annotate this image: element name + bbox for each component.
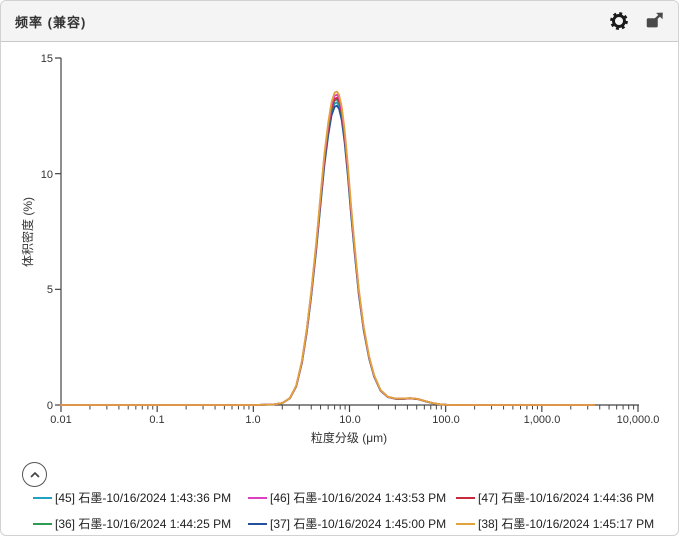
legend-item[interactable]: [36] 石墨-10/16/2024 1:44:25 PM	[33, 515, 248, 532]
legend-item-label: [45] 石墨-10/16/2024 1:43:36 PM	[55, 489, 231, 506]
chevron-up-icon	[27, 467, 43, 483]
legend-item-label: [46] 石墨-10/16/2024 1:43:53 PM	[270, 489, 446, 506]
x-tick-label: 0.1	[149, 414, 164, 426]
x-tick-label: 10,000.0	[617, 414, 660, 426]
legend-item[interactable]: [46] 石墨-10/16/2024 1:43:53 PM	[248, 489, 456, 506]
frequency-panel: 0 5 10 15 0.01 0.1 1.0 10.0 100.0 1,000.…	[0, 0, 679, 536]
panel-title: 频率 (兼容)	[15, 12, 86, 31]
y-tick-label: 10	[41, 169, 53, 181]
series-color-swatch	[248, 497, 267, 499]
axis-ticks	[55, 58, 638, 412]
distribution-curves	[61, 92, 594, 406]
legend-collapse-button[interactable]	[22, 462, 47, 487]
x-tick-label: 0.01	[50, 414, 71, 426]
series-color-swatch	[456, 497, 475, 499]
export-button[interactable]	[642, 8, 668, 34]
panel-header: 频率 (兼容)	[1, 1, 678, 42]
y-axis-title: 体积密度 (%)	[20, 197, 35, 267]
settings-button[interactable]	[606, 8, 632, 34]
x-tick-label: 10.0	[339, 414, 360, 426]
series-color-swatch	[456, 523, 475, 525]
y-tick-label: 15	[41, 53, 53, 65]
x-axis-title: 粒度分级 (μm)	[311, 430, 387, 445]
legend-item-label: [38] 石墨-10/16/2024 1:45:17 PM	[478, 515, 654, 532]
legend-item[interactable]: [37] 石墨-10/16/2024 1:45:00 PM	[248, 515, 456, 532]
legend-item[interactable]: [38] 石墨-10/16/2024 1:45:17 PM	[456, 515, 654, 532]
series-color-swatch	[33, 497, 52, 499]
series-color-swatch	[248, 523, 267, 525]
legend-item[interactable]: [45] 石墨-10/16/2024 1:43:36 PM	[33, 489, 248, 506]
x-tick-label: 1.0	[245, 414, 260, 426]
y-tick-label: 0	[47, 400, 53, 412]
frequency-chart: 0 5 10 15 0.01 0.1 1.0 10.0 100.0 1,000.…	[1, 1, 679, 536]
legend-item[interactable]: [47] 石墨-10/16/2024 1:44:36 PM	[456, 489, 654, 506]
settings-gear-icon	[608, 10, 630, 32]
legend-item-label: [47] 石墨-10/16/2024 1:44:36 PM	[478, 489, 654, 506]
x-tick-label: 1,000.0	[524, 414, 561, 426]
x-tick-label: 100.0	[432, 414, 460, 426]
legend-item-label: [36] 石墨-10/16/2024 1:44:25 PM	[55, 515, 231, 532]
export-icon	[644, 10, 666, 32]
series-color-swatch	[33, 523, 52, 525]
legend-item-label: [37] 石墨-10/16/2024 1:45:00 PM	[270, 515, 446, 532]
header-toolbar	[606, 1, 668, 41]
series-legend: [45] 石墨-10/16/2024 1:43:36 PM [46] 石墨-10…	[33, 489, 654, 532]
y-tick-label: 5	[47, 284, 53, 296]
